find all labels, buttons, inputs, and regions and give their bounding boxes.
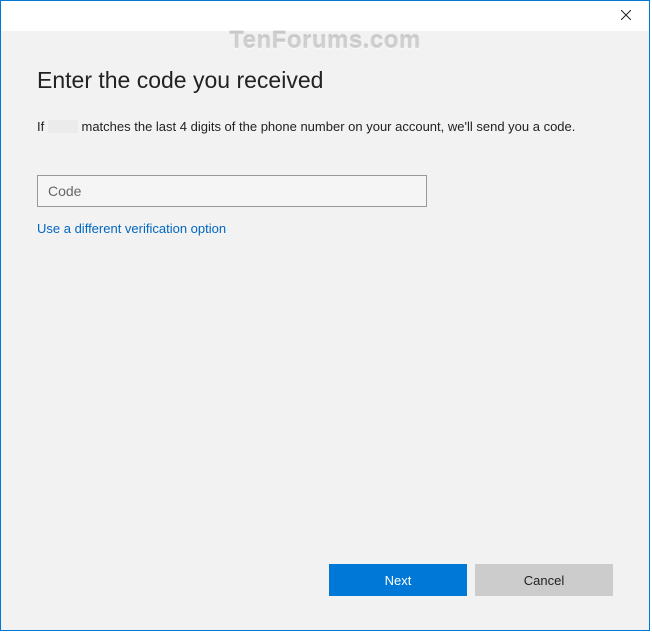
close-button[interactable] [603,1,649,31]
cancel-button[interactable]: Cancel [475,564,613,596]
dialog-window: TenForums.com Enter the code you receive… [0,0,650,631]
dialog-footer: Next Cancel [329,564,613,596]
page-title: Enter the code you received [37,67,613,94]
description-suffix: matches the last 4 digits of the phone n… [81,119,575,134]
titlebar [1,1,649,31]
close-icon [621,7,631,25]
content-area: Enter the code you received If matches t… [1,31,649,238]
description-prefix: If [37,119,44,134]
next-button[interactable]: Next [329,564,467,596]
code-input[interactable] [37,175,427,207]
description-text: If matches the last 4 digits of the phon… [37,118,613,137]
masked-digits [48,120,78,133]
different-verification-link[interactable]: Use a different verification option [37,221,226,236]
